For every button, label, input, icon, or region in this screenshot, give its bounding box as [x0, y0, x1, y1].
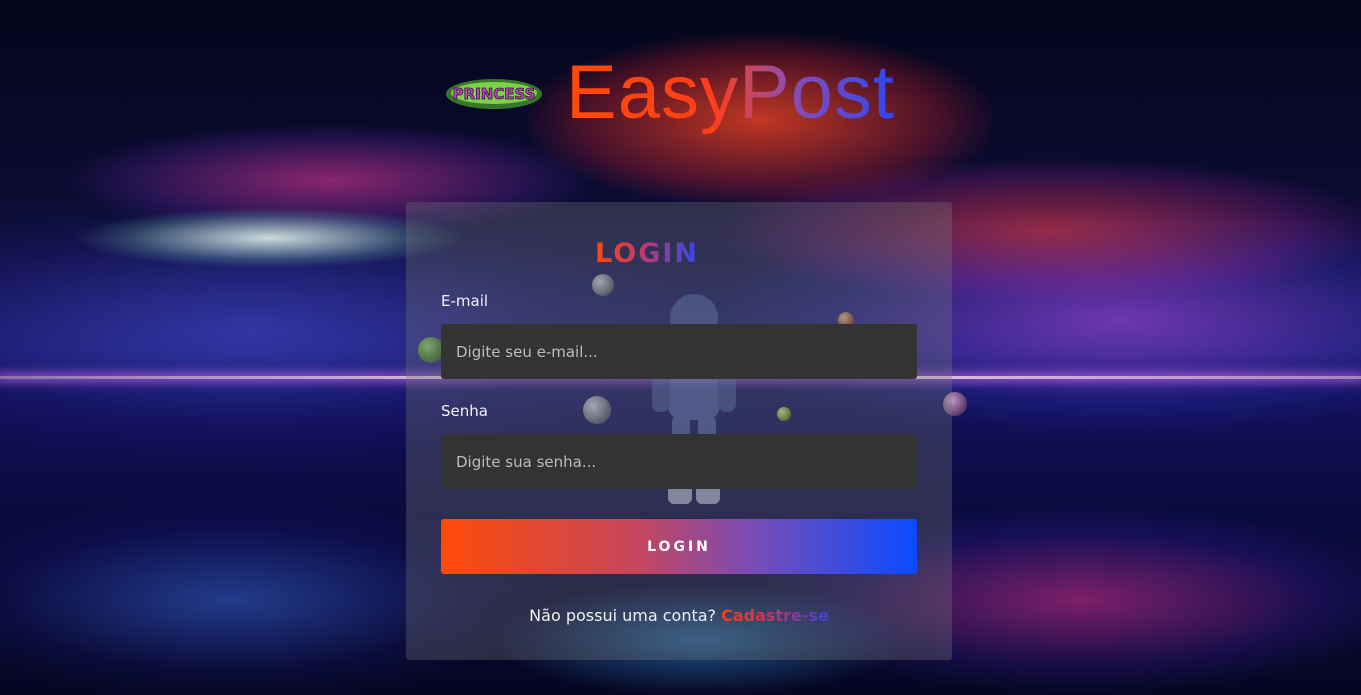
logo-icon: PRINCESS	[446, 79, 542, 109]
brand-title: EasyPost	[566, 50, 896, 135]
header: PRINCESS EasyPost	[0, 50, 1361, 140]
signup-link[interactable]: Cadastre-se	[721, 606, 829, 625]
email-label: E-mail	[441, 292, 489, 310]
signup-prompt: Não possui uma conta?	[529, 606, 722, 625]
login-title: LOGIN	[374, 238, 920, 269]
login-card: LOGIN E-mail Senha LOGIN Não possui uma …	[406, 202, 952, 660]
login-title-text: LOGIN	[595, 238, 699, 269]
password-field[interactable]	[441, 434, 917, 489]
email-field[interactable]	[441, 324, 917, 379]
signup-row: Não possui uma conta? Cadastre-se	[406, 606, 952, 625]
svg-text:PRINCESS: PRINCESS	[453, 85, 536, 103]
login-button[interactable]: LOGIN	[441, 519, 917, 574]
password-label: Senha	[441, 402, 488, 420]
